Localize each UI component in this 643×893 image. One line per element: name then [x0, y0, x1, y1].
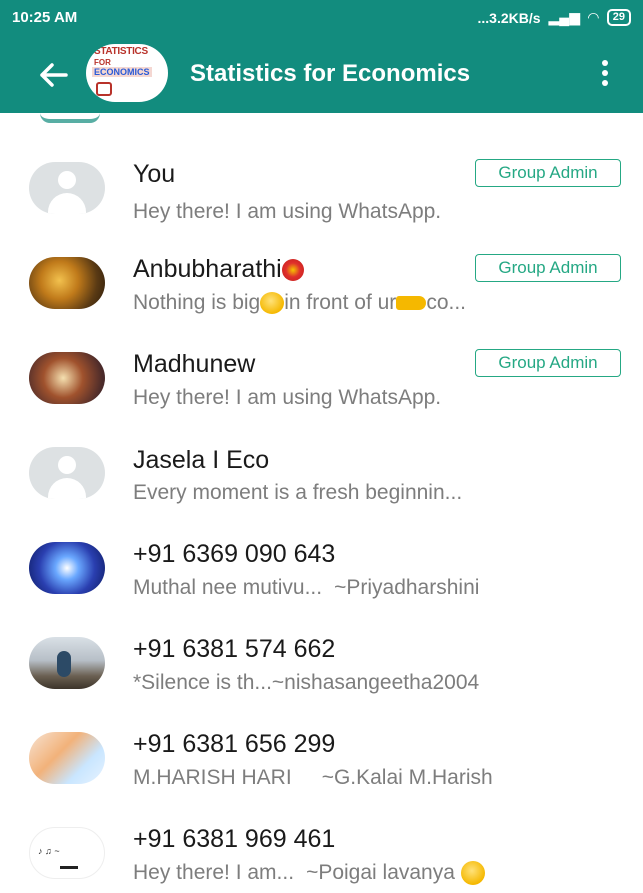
push-name: ~Poigai lavanya — [306, 861, 455, 884]
participant-name: +91 6381 574 662 — [133, 635, 336, 663]
participant-name-wrap: Anbubharathi — [133, 255, 304, 284]
hibiscus-emoji-icon — [281, 259, 304, 282]
doodle-icon — [96, 82, 112, 96]
wifi-icon: ◠ — [587, 9, 599, 25]
participant-status: Hey there! I am... ~Poigai lavanya — [133, 861, 485, 886]
participant-row[interactable]: +91 6381 574 662 *Silence is th...~nisha… — [0, 615, 643, 709]
status-bar: 10:25 AM ...3.2KB/s ▂▄▆ ◠ 29 — [0, 0, 643, 36]
group-admin-badge: Group Admin — [475, 159, 621, 187]
network-speed: ...3.2KB/s — [477, 9, 541, 26]
participant-status: M.HARISH HARI ~G.Kalai M.Harish — [133, 766, 493, 790]
group-avatar-line3: ECONOMICS — [92, 67, 152, 77]
push-name: ~Priyadharshini — [334, 576, 480, 599]
pointing-hand-emoji-icon — [396, 296, 427, 311]
participant-row[interactable]: +91 6369 090 643 Muthal nee mutivu... ~Pr… — [0, 520, 643, 614]
participant-name: +91 6369 090 643 — [133, 540, 336, 568]
group-avatar-line2: FOR — [94, 58, 111, 67]
monocle-face-emoji-icon — [260, 292, 285, 315]
group-admin-badge: Group Admin — [475, 254, 621, 282]
app-header: 10:25 AM ...3.2KB/s ▂▄▆ ◠ 29 STATISTICS … — [0, 0, 643, 113]
default-avatar-icon — [29, 447, 105, 499]
status-text: Hey there! I am... — [133, 861, 295, 884]
participant-name: You — [133, 160, 176, 188]
participant-status: Hey there! I am using WhatsApp. — [133, 386, 442, 409]
participant-status: Hey there! I am using WhatsApp. — [133, 200, 442, 223]
signal-icon: ▂▄▆ — [548, 9, 580, 25]
scroll-indicator — [40, 113, 100, 123]
status-part-2: in front of ur — [284, 291, 397, 314]
avatar — [29, 542, 105, 594]
avatar — [29, 732, 105, 784]
status-text: M.HARISH HARI — [133, 766, 292, 789]
status-indicators: ...3.2KB/s ▂▄▆ ◠ 29 — [477, 9, 631, 26]
participant-row[interactable]: Anbubharathi Group Admin Nothing is big i… — [0, 235, 643, 329]
participant-name: +91 6381 656 299 — [133, 730, 336, 758]
push-name: ~G.Kalai M.Harish — [321, 766, 493, 789]
battery-icon: 29 — [606, 9, 631, 26]
group-avatar[interactable]: STATISTICS FOR ECONOMICS — [86, 44, 168, 102]
participant-status: Every moment is a fresh beginnin... — [133, 481, 463, 504]
status-text: Muthal nee mutivu... — [133, 576, 323, 599]
status-part-3: co... — [426, 291, 466, 314]
participant-status: Muthal nee mutivu... ~Priyadharshini — [133, 576, 479, 600]
participant-row[interactable]: You Group Admin Hey there! I am using Wh… — [0, 140, 643, 234]
participant-row[interactable]: Jasela I Eco Every moment is a fresh beg… — [0, 425, 643, 519]
more-vert-icon[interactable] — [595, 60, 615, 90]
smiling-hearts-emoji-icon — [460, 861, 485, 886]
group-admin-badge: Group Admin — [475, 349, 621, 377]
status-time: 10:25 AM — [12, 9, 78, 26]
avatar — [29, 352, 105, 404]
participant-row[interactable]: Madhunew Group Admin Hey there! I am usi… — [0, 330, 643, 424]
avatar — [29, 637, 105, 689]
back-arrow-icon[interactable] — [36, 58, 70, 92]
participant-name: Jasela I Eco — [133, 446, 270, 474]
avatar — [29, 257, 105, 309]
group-title[interactable]: Statistics for Economics — [190, 60, 470, 88]
push-name: ~nishasangeetha2004 — [271, 671, 480, 694]
avatar: ♪ ♫ ~ — [29, 827, 105, 879]
status-part-1: Nothing is big — [133, 291, 261, 314]
participant-name: Anbubharathi — [133, 255, 282, 283]
participant-status: Nothing is big in front of ur co... — [133, 291, 466, 315]
participant-name: +91 6381 969 461 — [133, 825, 336, 853]
participant-row[interactable]: ♪ ♫ ~ +91 6381 969 461 Hey there! I am..… — [0, 805, 643, 893]
default-avatar-icon — [29, 162, 105, 214]
status-text: *Silence is th... — [133, 671, 272, 694]
participant-status: *Silence is th...~nishasangeetha2004 — [133, 671, 479, 695]
participant-row[interactable]: +91 6381 656 299 M.HARISH HARI ~G.Kalai M… — [0, 710, 643, 804]
group-avatar-line1: STATISTICS — [94, 46, 148, 57]
participant-name: Madhunew — [133, 350, 256, 378]
